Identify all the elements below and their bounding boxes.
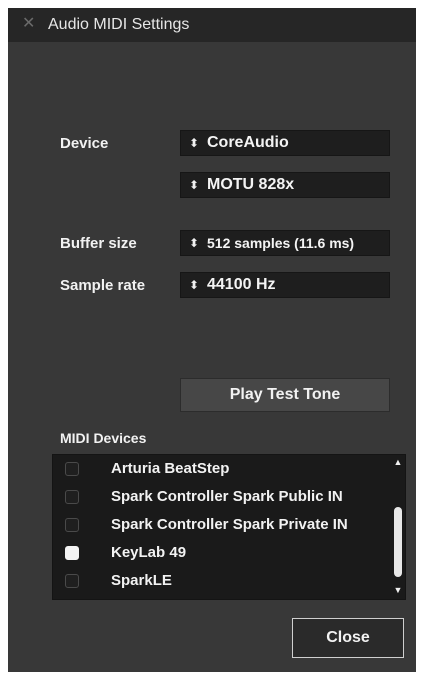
sample-rate-label: Sample rate — [60, 277, 146, 294]
sample-rate-select[interactable]: ⬍ 44100 Hz — [180, 272, 390, 298]
midi-list-scrollbar[interactable]: ▲ ▼ — [391, 455, 405, 599]
midi-device-name: KeyLab 49 — [111, 544, 187, 561]
midi-device-checkbox[interactable] — [65, 518, 79, 532]
select-arrows-icon: ⬍ — [189, 278, 200, 292]
midi-device-checkbox[interactable] — [65, 490, 79, 504]
sample-rate-value: 44100 Hz — [207, 276, 276, 293]
midi-device-keylab-49[interactable]: KeyLab 49 — [53, 539, 389, 567]
device-type-value: CoreAudio — [207, 134, 289, 151]
midi-device-spark-public-in[interactable]: Spark Controller Spark Public IN — [53, 483, 389, 511]
close-button[interactable]: Close — [292, 618, 404, 658]
scroll-up-arrow-icon[interactable]: ▲ — [393, 457, 403, 467]
midi-device-name: Spark Controller Spark Private IN — [111, 516, 348, 533]
midi-device-checkbox[interactable] — [65, 462, 79, 476]
midi-device-checkbox[interactable] — [65, 546, 79, 560]
buffer-size-label: Buffer size — [60, 235, 137, 252]
window-title: Audio MIDI Settings — [48, 16, 190, 33]
select-arrows-icon: ⬍ — [189, 236, 200, 250]
midi-device-checkbox[interactable] — [65, 574, 79, 588]
device-name-select[interactable]: ⬍ MOTU 828x — [180, 172, 390, 198]
midi-devices-list[interactable]: Arturia BeatStep Spark Controller Spark … — [52, 454, 406, 600]
scroll-down-arrow-icon[interactable]: ▼ — [393, 585, 403, 595]
buffer-size-select[interactable]: ⬍ 512 samples (11.6 ms) — [180, 230, 390, 256]
midi-device-sparkle[interactable]: SparkLE — [53, 567, 389, 595]
midi-device-name: Spark Controller Spark Public IN — [111, 488, 343, 505]
midi-device-name: Arturia BeatStep — [111, 460, 230, 477]
select-arrows-icon: ⬍ — [189, 178, 200, 192]
midi-devices-label: MIDI Devices — [60, 430, 147, 446]
buffer-size-value: 512 samples (11.6 ms) — [207, 235, 355, 251]
play-test-tone-button[interactable]: Play Test Tone — [180, 378, 390, 412]
midi-device-arturia-beatstep[interactable]: Arturia BeatStep — [53, 455, 389, 483]
midi-device-spark-private-in[interactable]: Spark Controller Spark Private IN — [53, 511, 389, 539]
device-name-value: MOTU 828x — [207, 176, 295, 193]
close-window-icon[interactable]: ✕ — [22, 14, 38, 34]
title-bar: ✕ Audio MIDI Settings — [8, 8, 416, 42]
device-label: Device — [60, 135, 109, 152]
device-type-select[interactable]: ⬍ CoreAudio — [180, 130, 390, 156]
audio-midi-settings-window: ✕ Audio MIDI Settings Device ⬍ CoreAudio… — [8, 8, 416, 672]
select-arrows-icon: ⬍ — [189, 136, 200, 150]
scrollbar-thumb[interactable] — [394, 507, 402, 577]
midi-device-name: SparkLE — [111, 572, 172, 589]
